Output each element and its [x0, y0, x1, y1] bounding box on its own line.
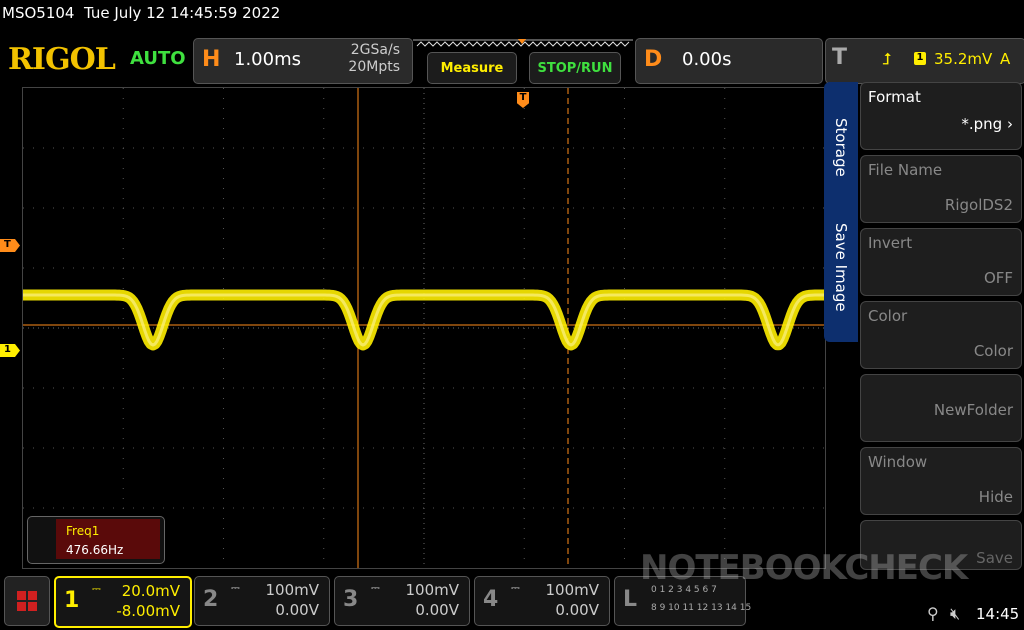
d-letter: D	[644, 47, 663, 72]
menu-item-invert[interactable]: Invert OFF	[860, 228, 1022, 296]
delay-box[interactable]: D 0.00s	[635, 38, 823, 84]
clock-label: 14:45	[976, 605, 1020, 623]
trigger-level-marker[interactable]: T	[0, 239, 20, 252]
channel-1-box[interactable]: 1 ⎓ 20.0mV -8.00mV	[54, 576, 192, 628]
waveform-display[interactable]	[19, 87, 829, 569]
measurement-label: Freq1	[66, 524, 100, 538]
measure-button[interactable]: Measure	[427, 52, 517, 84]
run-mode-label[interactable]: AUTO	[130, 48, 186, 69]
trigger-mode: A	[1000, 50, 1011, 68]
ch1-offset-marker[interactable]: 1	[0, 344, 20, 357]
menu-item-color[interactable]: Color Color	[860, 301, 1022, 369]
memory-depth: 20Mpts	[348, 59, 400, 75]
stop-run-button[interactable]: STOP/RUN	[529, 52, 621, 84]
mute-icon[interactable]: 🔇︎	[950, 604, 960, 624]
logic-label: L	[623, 587, 638, 612]
channel-scale: 100mV	[265, 581, 319, 599]
ch1-waveform	[19, 289, 829, 351]
usb-icon: ⚲	[927, 604, 939, 623]
trigger-source: 1	[914, 52, 926, 65]
model-label: MSO5104	[2, 4, 75, 22]
chevron-right-icon: ›	[1002, 115, 1013, 133]
menu-item-title: Window	[868, 453, 928, 471]
channel-scale: 100mV	[545, 581, 599, 599]
channel-number: 1	[64, 588, 80, 613]
grid-menu-icon	[17, 591, 37, 611]
menu-item-value: Hide	[978, 488, 1013, 506]
channel-offset: 0.00V	[275, 601, 319, 619]
dc-coupling-icon: ⎓	[511, 581, 520, 594]
menu-item-file-name[interactable]: File Name RigolDS2	[860, 155, 1022, 223]
menu-item-new-folder[interactable]: NewFolder	[860, 374, 1022, 442]
logic-bits-row2: 8 9 10 11 12 13 14 15	[651, 603, 752, 613]
tab-save-image[interactable]: Save Image	[824, 212, 858, 322]
rigol-logo: RIGOL	[8, 42, 116, 77]
channel-scale: 20.0mV	[121, 582, 180, 600]
menu-item-value: RigolDS2	[944, 196, 1013, 214]
menu-item-value: Color	[973, 342, 1013, 360]
trigger-edge-icon: ⮥	[882, 49, 892, 68]
channel-2-box[interactable]: 2 ⎓ 100mV 0.00V	[194, 576, 330, 626]
menu-item-window[interactable]: Window Hide	[860, 447, 1022, 515]
menu-item-format[interactable]: Format *.png ›	[860, 82, 1022, 150]
channel-scale: 100mV	[405, 581, 459, 599]
status-line: MSO5104 Tue July 12 14:45:59 2022	[2, 4, 280, 22]
menu-item-title: Color	[868, 307, 908, 325]
menu-item-value: OFF	[983, 269, 1013, 287]
channel-4-box[interactable]: 4 ⎓ 100mV 0.00V	[474, 576, 610, 626]
waveform-svg	[19, 88, 829, 568]
channel-number: 3	[343, 587, 359, 612]
channel-offset: -8.00mV	[116, 602, 180, 620]
notebookcheck-watermark: NOTEBOOKCHECK	[640, 548, 968, 588]
measurement-bg: Freq1 476.66Hz	[56, 519, 160, 559]
menu-item-value: *.png ›	[961, 115, 1013, 133]
horizontal-position-indicator[interactable]	[413, 38, 633, 52]
channel-offset: 0.00V	[555, 601, 599, 619]
channel-3-box[interactable]: 3 ⎓ 100mV 0.00V	[334, 576, 470, 626]
h-letter: H	[202, 47, 221, 72]
menu-item-title: Invert	[868, 234, 913, 252]
channel-offset: 0.00V	[415, 601, 459, 619]
datetime-label: Tue July 12 14:45:59 2022	[84, 4, 281, 22]
measure-label: Measure	[440, 60, 504, 76]
timebase-box[interactable]: H 1.00ms 2GSa/s 20Mpts	[193, 38, 413, 84]
menu-item-title: Format	[868, 88, 921, 106]
delay-value: 0.00s	[682, 49, 732, 70]
stoprun-label: STOP/RUN	[537, 60, 613, 76]
menu-item-title: File Name	[868, 161, 943, 179]
home-button[interactable]	[4, 576, 50, 626]
menu-side-tabs: Storage Save Image	[824, 82, 858, 342]
timebase-value: 1.00ms	[234, 49, 301, 70]
dc-coupling-icon: ⎓	[371, 581, 380, 594]
menu-item-value: NewFolder	[933, 401, 1013, 419]
trigger-box[interactable]: T ⮥ 1 35.2mV A	[825, 38, 1024, 84]
measurement-value: 476.66Hz	[66, 543, 124, 557]
t-letter: T	[832, 45, 848, 70]
channel-number: 2	[203, 587, 219, 612]
menu-item-value: Save	[976, 549, 1013, 567]
sample-rate: 2GSa/s	[350, 42, 400, 58]
dc-coupling-icon: ⎓	[231, 581, 240, 594]
channel-number: 4	[483, 587, 499, 612]
measurement-box[interactable]: Freq1 476.66Hz	[27, 516, 165, 564]
trigger-level: 35.2mV	[934, 50, 993, 68]
dc-coupling-icon: ⎓	[92, 582, 101, 595]
tab-storage[interactable]: Storage	[824, 92, 858, 202]
